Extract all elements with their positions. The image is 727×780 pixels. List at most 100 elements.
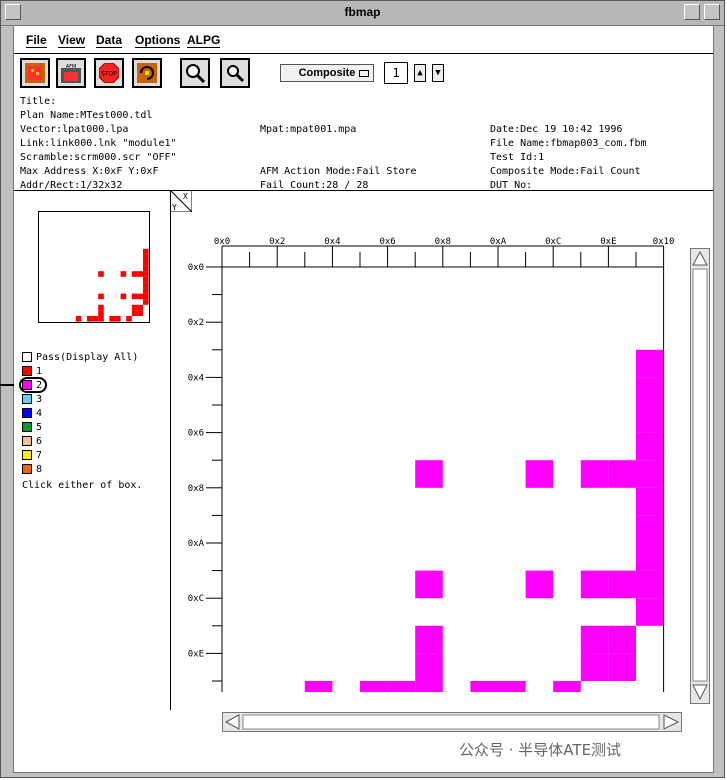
overview-fail-cell [75, 316, 82, 322]
overview-fail-cell [115, 316, 121, 322]
fail-cell [580, 653, 609, 681]
y-tick-label: 0x8 [188, 484, 204, 494]
fail-cell [360, 681, 388, 692]
fail-cell [608, 570, 636, 599]
svg-text:STOP: STOP [101, 71, 117, 78]
refresh-icon [137, 63, 157, 83]
legend-item-7[interactable]: 7 [22, 450, 42, 461]
menu-options[interactable]: Options [135, 33, 181, 48]
y-tick-label: 0xE [188, 649, 204, 659]
legend-swatch[interactable] [22, 464, 32, 474]
legend-swatch[interactable] [22, 422, 32, 432]
info-title: Title: [20, 96, 57, 107]
title-bar[interactable]: fbmap [1, 1, 724, 26]
legend-item-6[interactable]: 6 [22, 436, 42, 447]
fail-cell [415, 460, 443, 488]
overview-fail-cell [137, 304, 143, 311]
zoom-in-button[interactable] [180, 58, 210, 88]
legend-swatch[interactable] [22, 394, 32, 404]
legend-swatch[interactable] [22, 436, 32, 446]
fail-cell [636, 487, 664, 516]
overview-fail-cell [137, 271, 143, 277]
overview-fail-cell [120, 293, 127, 300]
y-tick-label: 0x4 [188, 373, 204, 383]
spin-up-button[interactable]: ▲ [414, 64, 426, 82]
overview-fail-cell [98, 293, 104, 300]
vertical-scroll-thumb [692, 268, 708, 682]
legend-item-5[interactable]: 5 [22, 422, 42, 433]
overview-fail-cell [143, 265, 149, 272]
overview-fail-cell [120, 271, 127, 277]
overview-fail-cell [143, 248, 149, 255]
y-tick-label: 0x2 [188, 318, 204, 328]
overview-fail-cell [137, 293, 143, 300]
fail-cell [636, 349, 664, 378]
overview-fail-cell [131, 293, 138, 300]
svg-text:AFM: AFM [66, 64, 77, 70]
watermark: 公众号 · 半导体ATE测试 [459, 741, 622, 759]
info-date: Date:Dec 19 10:42 1996 [490, 124, 623, 135]
overview-fail-cell [143, 254, 149, 260]
fail-cell [415, 625, 443, 654]
axis-corner-x: X [183, 192, 188, 201]
legend-label: 6 [36, 436, 43, 447]
fail-cell [415, 570, 443, 599]
info-scramble: Scramble:scrm000.scr "OFF" [20, 152, 177, 163]
afm-button[interactable]: AFM [56, 58, 86, 88]
mode-select[interactable]: Composite [280, 64, 374, 82]
legend-item-1[interactable]: 1 [22, 366, 42, 377]
stop-button[interactable]: STOP [94, 58, 124, 88]
fail-cell [387, 681, 416, 692]
overview-fail-cell [126, 316, 132, 322]
legend-item-4[interactable]: 4 [22, 408, 42, 419]
map-button[interactable] [20, 58, 50, 88]
legend-swatch[interactable] [22, 408, 32, 418]
fail-cell [415, 681, 443, 692]
horizontal-scroll-thumb [242, 714, 660, 730]
axis-corner-y: Y [172, 203, 177, 212]
overview-map-canvas [75, 248, 149, 322]
legend-item-8[interactable]: 8 [22, 464, 42, 475]
menu-data[interactable]: Data [96, 33, 123, 48]
legend-item-0[interactable]: Pass(Display All) [22, 352, 138, 363]
overview-map[interactable] [38, 211, 150, 323]
menu-bar: File View Data Options ALPG [14, 26, 713, 54]
zoom-out-button[interactable] [220, 58, 250, 88]
fail-cell [498, 681, 526, 692]
spin-down-button[interactable]: ▼ [432, 64, 444, 82]
horizontal-scrollbar[interactable] [222, 712, 682, 732]
fbmap-window: fbmap File View Data Options ALPG AFM ST… [0, 0, 725, 778]
info-test-id: Test Id:1 [490, 152, 545, 163]
fail-cell [608, 625, 636, 654]
overview-fail-cell [98, 310, 104, 316]
fail-cell [636, 598, 664, 626]
horizontal-scrollbar-graphic [224, 714, 680, 730]
scroll-up-icon [692, 250, 708, 266]
fail-cell [608, 653, 636, 681]
refresh-button[interactable] [132, 58, 162, 88]
info-afm-action: AFM Action Mode:Fail Store [260, 166, 417, 177]
menu-alpg[interactable]: ALPG [187, 33, 221, 48]
fail-cell [636, 460, 664, 488]
scroll-left-icon [224, 714, 240, 730]
info-link: Link:link000.lnk "module1" [20, 138, 177, 149]
minimize-button[interactable] [684, 4, 700, 20]
overview-fail-cell [87, 316, 93, 322]
overview-fail-cell [131, 304, 138, 311]
y-tick-label: 0xC [188, 594, 204, 604]
legend-swatch[interactable] [22, 352, 32, 362]
maximize-button[interactable] [704, 4, 720, 20]
legend-item-3[interactable]: 3 [22, 394, 42, 405]
number-field[interactable]: 1 [384, 62, 408, 84]
vertical-scrollbar[interactable] [690, 248, 710, 704]
legend-label: 5 [36, 422, 43, 433]
fail-cell [580, 625, 609, 654]
overview-fail-cell [98, 271, 104, 277]
fail-cell [580, 460, 609, 488]
fail-bitmap[interactable]: 0x0 0x2 0x4 0x6 0x8 0xA 0xC 0xE 0x100x00x20x40x6… [170, 212, 690, 692]
legend-swatch[interactable] [22, 450, 32, 460]
menu-view[interactable]: View [58, 33, 86, 48]
menu-file[interactable]: File [26, 33, 47, 48]
overview-fail-cell [137, 310, 143, 316]
legend-swatch[interactable] [22, 366, 32, 376]
